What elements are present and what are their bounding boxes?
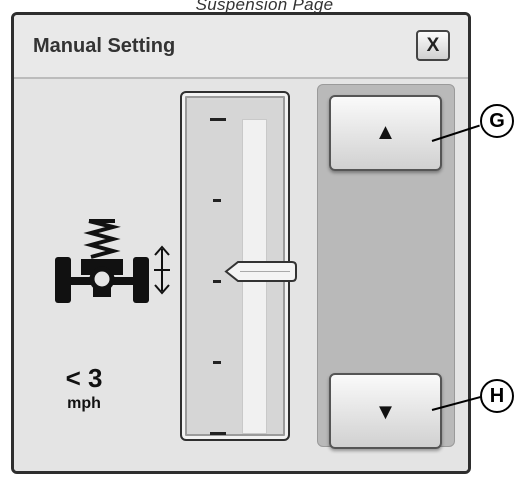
dialog-title: Manual Setting <box>33 35 176 57</box>
down-arrow-icon: ▼ <box>374 399 397 424</box>
lower-button[interactable]: ▼ <box>329 373 442 449</box>
up-down-arrow-icon <box>154 245 170 295</box>
speed-unit: mph <box>67 395 101 412</box>
slider-tick <box>213 361 221 364</box>
manual-setting-dialog: Manual Setting X < 3 mph ▲ ▼ <box>11 12 471 474</box>
slider-tick <box>210 118 226 121</box>
dialog-body: < 3 mph ▲ ▼ <box>14 79 468 471</box>
slider-tick <box>213 199 221 202</box>
speed-value: < 3 <box>65 363 103 393</box>
close-button[interactable]: X <box>416 30 450 61</box>
callout-h: H <box>480 379 514 413</box>
suspension-spring-axle-icon <box>55 219 170 303</box>
up-arrow-icon: ▲ <box>374 119 397 144</box>
slider-thumb[interactable] <box>224 260 298 283</box>
callout-g: G <box>480 104 514 138</box>
slider-tick <box>210 432 226 435</box>
slider-tick <box>213 280 221 283</box>
raise-button[interactable]: ▲ <box>329 95 442 171</box>
dialog-title-bar: Manual Setting X <box>14 15 468 79</box>
